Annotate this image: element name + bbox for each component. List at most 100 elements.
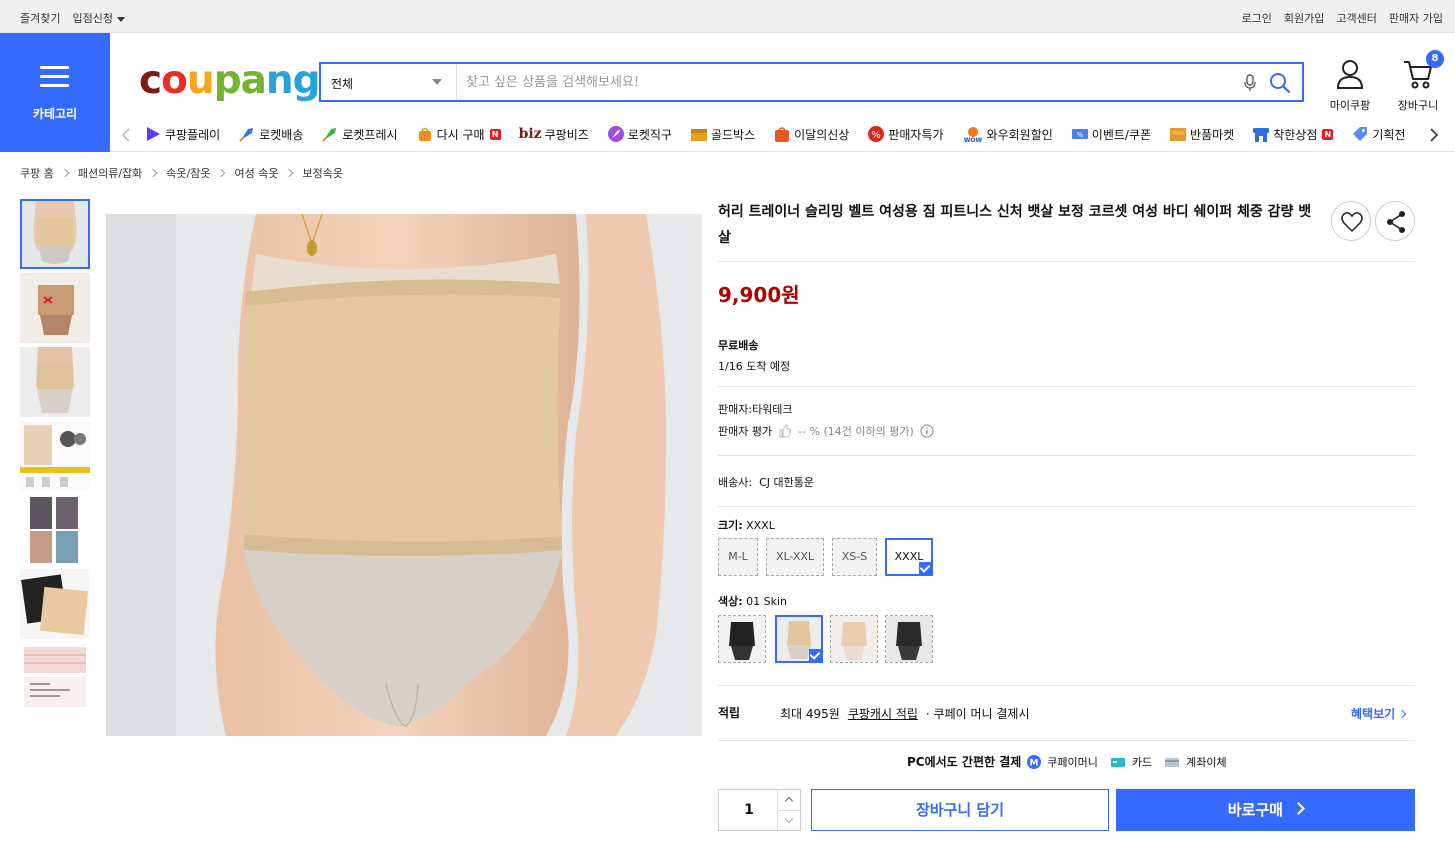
card-icon bbox=[1110, 757, 1125, 767]
coupang-logo[interactable]: coupang bbox=[139, 58, 321, 104]
size-selected-value: XXXL bbox=[746, 519, 775, 532]
nav-goldbox[interactable]: 골드박스 bbox=[690, 125, 755, 143]
thumbnail-list bbox=[20, 199, 90, 717]
nav-coupang-play[interactable]: 쿠팡플레이 bbox=[144, 125, 220, 143]
color-option[interactable] bbox=[885, 615, 933, 663]
cart-button[interactable]: 8 장바구니 bbox=[1392, 50, 1444, 113]
nav-rocket-delivery[interactable]: 로켓배송 bbox=[238, 125, 303, 143]
seller-signup-link[interactable]: 판매자 가입 bbox=[1389, 10, 1443, 26]
wishlist-button[interactable] bbox=[1331, 201, 1371, 241]
color-selection-label: 색상: 01 Skin bbox=[718, 593, 787, 609]
category-button[interactable]: 카테고리 bbox=[0, 33, 110, 152]
logo-part: c bbox=[139, 58, 162, 103]
breadcrumb-item[interactable]: 보정속옷 bbox=[302, 165, 342, 181]
size-label: 크기: bbox=[718, 519, 743, 532]
microphone-icon[interactable] bbox=[1243, 74, 1257, 92]
chevron-left-icon[interactable] bbox=[118, 127, 134, 143]
easy-pay-title: PC에서도 간편한 결제 bbox=[907, 755, 1022, 769]
size-option[interactable]: XL-XXL bbox=[766, 538, 824, 576]
breadcrumb-item[interactable]: 여성 속옷 bbox=[234, 165, 278, 181]
rocket-icon bbox=[239, 128, 254, 142]
bookmark-link[interactable]: 즐겨찾기 bbox=[20, 10, 60, 26]
nav-rocket-global[interactable]: 로켓직구 bbox=[607, 125, 672, 143]
vendor-apply-link[interactable]: 입점신청 bbox=[72, 10, 125, 26]
benefit-link[interactable]: 혜택보기 bbox=[1351, 705, 1407, 722]
nav-monthly-new[interactable]: 이달의신상 bbox=[773, 125, 849, 143]
nav-event-coupon[interactable]: % 이벤트/쿠폰 bbox=[1071, 125, 1151, 143]
add-to-cart-button[interactable]: 장바구니 담기 bbox=[811, 789, 1109, 831]
color-option[interactable] bbox=[830, 615, 878, 663]
signup-link[interactable]: 회원가입 bbox=[1284, 10, 1324, 26]
color-option[interactable] bbox=[718, 615, 766, 663]
color-label: 색상: bbox=[718, 595, 743, 608]
search-category-select[interactable]: 전체 bbox=[321, 64, 457, 100]
nav-label: 다시 구매 bbox=[436, 127, 485, 142]
size-option-selected[interactable]: XXXL bbox=[885, 538, 933, 576]
thumbnail-image[interactable] bbox=[20, 273, 90, 343]
nav-good-shop[interactable]: 착한상점 N bbox=[1252, 125, 1334, 143]
thumbnail-image[interactable] bbox=[20, 199, 90, 269]
nav-rebuy[interactable]: 다시 구매 N bbox=[416, 125, 501, 143]
search-input[interactable] bbox=[466, 70, 1226, 94]
nav-rocket-fresh[interactable]: 로켓프레시 bbox=[321, 125, 398, 143]
thumbnail-image[interactable] bbox=[20, 643, 90, 713]
service-nav: 쿠팡플레이 로켓배송 로켓프레시 다시 구매 N biz 쿠팡비즈 로켓직구 골드박… bbox=[110, 118, 1455, 152]
nav-seller-deal[interactable]: % 판매자특가 bbox=[867, 125, 944, 143]
size-option[interactable]: XS-S bbox=[832, 538, 877, 576]
coupang-cash-link[interactable]: 쿠팡캐시 적립 bbox=[848, 705, 918, 722]
chevron-right-icon bbox=[1397, 709, 1407, 718]
breadcrumb-item[interactable]: 패션의류/잡화 bbox=[78, 165, 142, 181]
carrier-info: 배송사: CJ 대한통운 bbox=[718, 474, 814, 490]
user-icon bbox=[1336, 60, 1364, 89]
nav-label: 골드박스 bbox=[710, 127, 756, 142]
color-option-selected[interactable] bbox=[775, 615, 823, 663]
my-coupang-button[interactable]: 마이쿠팡 bbox=[1324, 58, 1376, 113]
easy-pay-info: PC에서도 간편한 결제 M 쿠페이머니 카드 계좌이체 bbox=[907, 753, 1227, 770]
share-button[interactable] bbox=[1375, 201, 1415, 241]
category-label: 카테고리 bbox=[32, 107, 78, 121]
info-icon[interactable] bbox=[920, 424, 934, 438]
search-category-value: 전체 bbox=[331, 77, 354, 91]
chevron-up-icon bbox=[784, 796, 794, 806]
buy-now-button[interactable]: 바로구매 bbox=[1116, 789, 1415, 831]
chevron-right-icon bbox=[217, 168, 226, 178]
quantity-decrease-button[interactable] bbox=[778, 810, 800, 830]
pay-method-label: 쿠페이머니 bbox=[1047, 755, 1098, 769]
chevron-right-icon bbox=[149, 168, 158, 178]
size-option[interactable]: M-L bbox=[718, 538, 758, 576]
login-link[interactable]: 로그인 bbox=[1242, 10, 1272, 26]
service-nav-items: 쿠팡플레이 로켓배송 로켓프레시 다시 구매 N biz 쿠팡비즈 로켓직구 골드박… bbox=[144, 125, 1429, 143]
nav-wow-discount[interactable]: WOW 와우회원할인 bbox=[962, 125, 1053, 143]
chevron-right-icon[interactable] bbox=[1426, 127, 1442, 143]
carrier-label: 배송사: bbox=[718, 476, 753, 489]
coupay-money-icon: M bbox=[1027, 754, 1042, 769]
breadcrumb-item[interactable]: 속옷/잠옷 bbox=[166, 165, 210, 181]
thumbnail-image[interactable] bbox=[20, 347, 90, 417]
nav-return-market[interactable]: 반품마켓 bbox=[1169, 125, 1234, 143]
divider bbox=[718, 506, 1415, 507]
seller-name[interactable]: 판매자:타워테크 bbox=[718, 401, 793, 417]
quantity-increase-button[interactable] bbox=[778, 790, 800, 810]
percent-badge-icon: % bbox=[868, 126, 885, 142]
nav-label: 판매자특가 bbox=[888, 127, 944, 142]
customer-center-link[interactable]: 고객센터 bbox=[1336, 10, 1376, 26]
carrier-value: CJ 대한통운 bbox=[759, 476, 814, 489]
divider bbox=[718, 386, 1415, 387]
search-icon[interactable] bbox=[1269, 72, 1291, 94]
product-main-image[interactable] bbox=[106, 214, 702, 736]
arrival-date: 1/16 도착 예정 bbox=[718, 360, 791, 373]
benefit-link-label: 혜택보기 bbox=[1351, 707, 1396, 721]
my-coupang-label: 마이쿠팡 bbox=[1329, 99, 1371, 112]
svg-text:%: % bbox=[872, 130, 882, 141]
nav-special-exhibit[interactable]: 기획전 bbox=[1351, 125, 1406, 143]
coupon-icon: % bbox=[1071, 129, 1088, 139]
nav-coupang-biz[interactable]: biz 쿠팡비즈 bbox=[519, 125, 589, 143]
nav-label: 쿠팡플레이 bbox=[165, 127, 221, 142]
nav-label: 이벤트/쿠폰 bbox=[1091, 127, 1152, 142]
logo-part: ng bbox=[265, 58, 321, 103]
thumbnail-image[interactable] bbox=[20, 421, 90, 491]
breadcrumb-home[interactable]: 쿠팡 홈 bbox=[20, 165, 54, 181]
thumbnail-image[interactable] bbox=[20, 495, 90, 565]
quantity-input[interactable]: 1 bbox=[719, 790, 779, 830]
thumbnail-image[interactable] bbox=[20, 569, 90, 639]
